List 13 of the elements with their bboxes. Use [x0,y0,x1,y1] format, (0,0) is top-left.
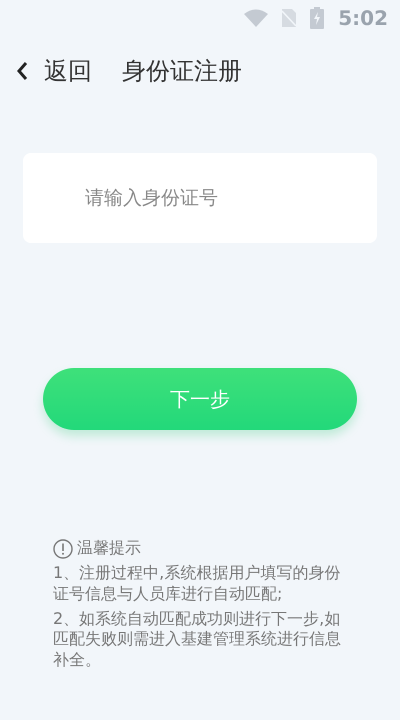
tip-text: 1、注册过程中,系统根据用户填写的身份证号信息与人员库进行自动匹配; [53,563,342,605]
page-title: 身份证注册 [122,56,242,87]
tips-title: 温馨提示 [77,538,141,559]
battery-icon [310,7,324,29]
no-sim-icon [282,9,296,27]
status-time: 5:02 [338,6,388,30]
info-icon [53,538,73,558]
id-number-field[interactable]: 请输入身份证号 [83,186,347,210]
back-label[interactable]: 返回 [44,55,92,87]
wifi-icon [244,9,268,27]
tip-text: 2、如系统自动匹配成功则进行下一步,如匹配失败则需进入基建管理系统进行信息补全。 [53,608,342,671]
back-button[interactable]: 返回 [16,55,92,87]
chevron-left-icon [16,61,28,81]
